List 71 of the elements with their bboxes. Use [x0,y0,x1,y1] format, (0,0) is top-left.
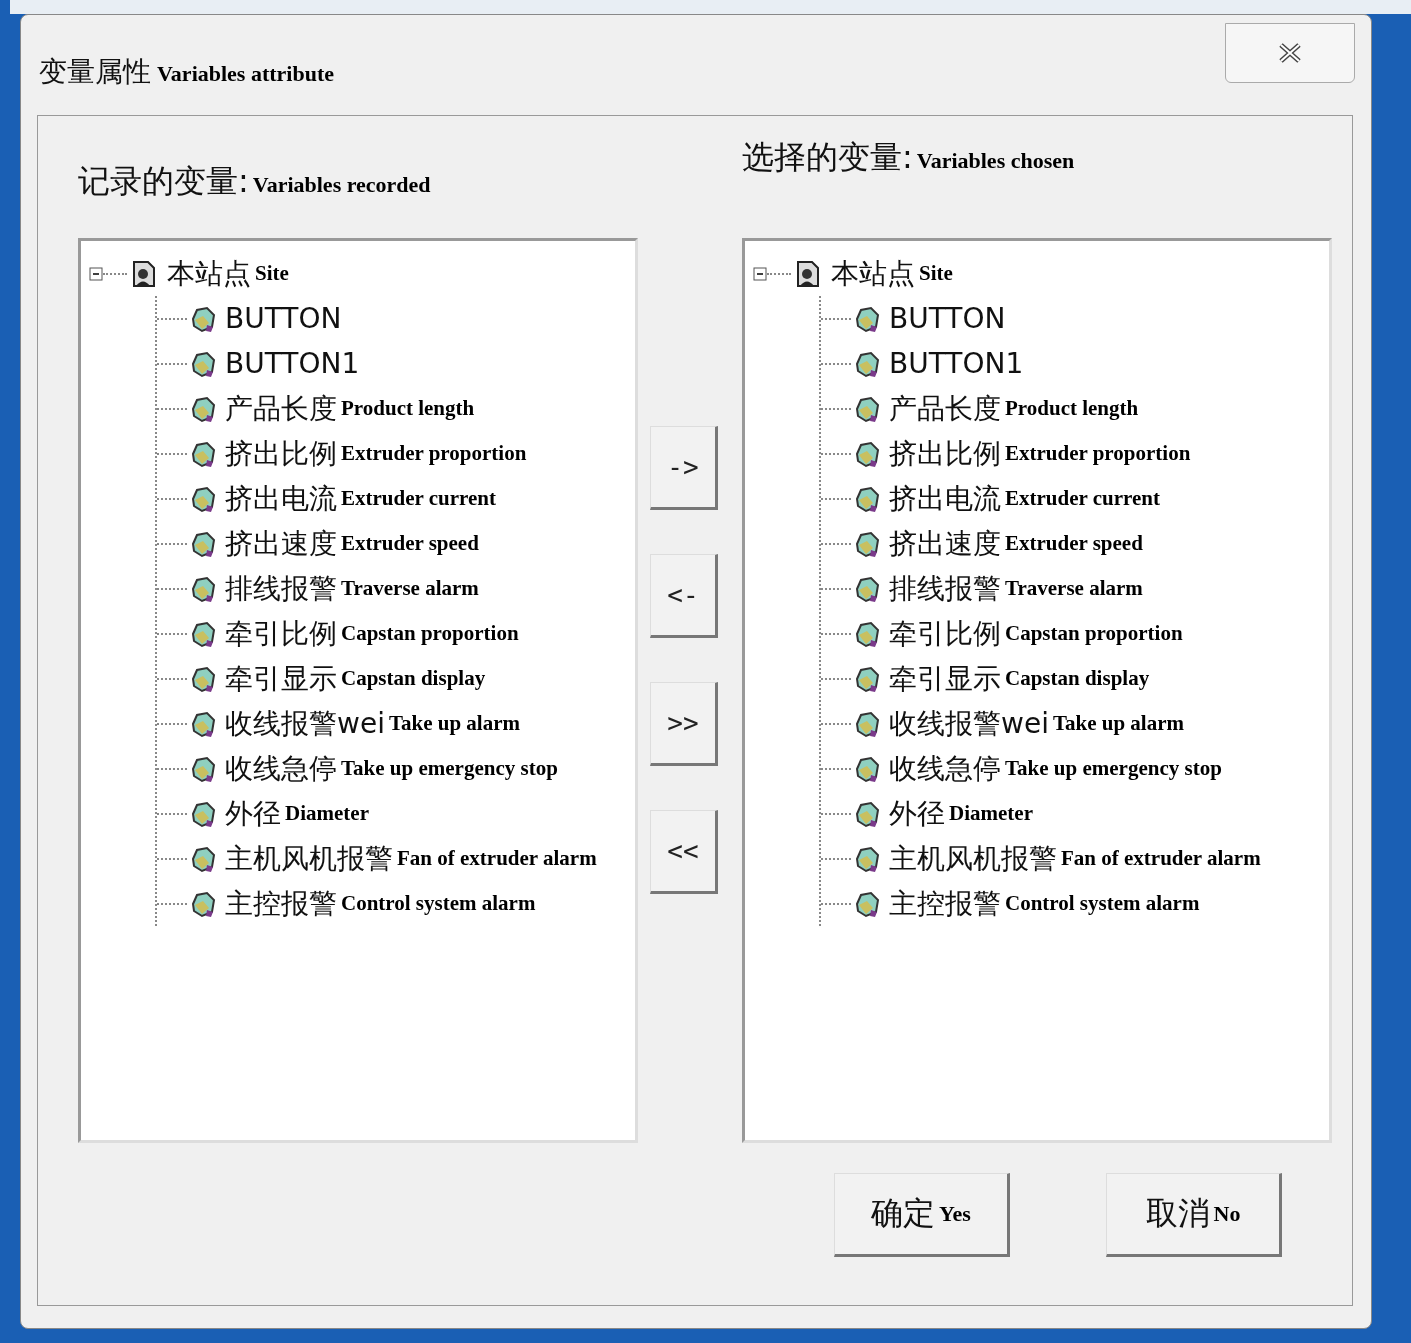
tree-item[interactable]: 产品长度 [225,389,337,428]
tree-item-translation: Extruder proportion [1005,441,1191,466]
tree-item[interactable]: 外径 [889,794,945,833]
window-title-translation: Variables attribute [157,61,334,87]
tree-item[interactable]: 收线报警wei [225,704,385,743]
tree-item-translation: Capstan proportion [341,621,519,646]
tree-item[interactable]: 排线报警 [225,569,337,608]
tree-item-translation: Take up alarm [388,711,520,736]
tree-item[interactable]: 本站点 [167,254,251,293]
collapse-toggle[interactable] [753,266,767,281]
move-button[interactable]: << [650,810,718,894]
tree-item-translation: Capstan proportion [1005,621,1183,646]
tree-item[interactable]: 主机风机报警 [225,839,393,878]
tree-item-translation: Take up emergency stop [341,756,558,781]
tree-item-translation: Site [255,261,289,286]
move-button[interactable]: >> [650,682,718,766]
tree-item-translation: Extruder current [1005,486,1160,511]
panel-heading-translation: Variables chosen [916,148,1075,174]
panel-heading-translation: Variables recorded [252,172,431,198]
tree-item-translation: Capstan display [341,666,486,691]
window-title: 变量属性 [39,54,151,90]
tree-item[interactable]: 牵引显示 [225,659,337,698]
tree-item[interactable]: 收线急停 [889,749,1001,788]
tree-item-translation: Control system alarm [341,891,536,916]
tree-item-translation: Diameter [285,801,369,826]
tree-item-translation: Product length [1005,396,1139,421]
dialog-button[interactable]: 取消 No [1106,1173,1282,1257]
panel-heading: 选择的变量: [742,137,913,178]
tree-item-translation: Fan of extruder alarm [397,846,597,871]
move-button[interactable]: -> [650,426,718,510]
tree-item[interactable]: 排线报警 [889,569,1001,608]
tree-item-translation: Capstan display [1005,666,1150,691]
tree-item[interactable]: 挤出速度 [225,524,337,563]
tree-item-translation: Traverse alarm [1005,576,1143,601]
tree-item[interactable]: BUTTON1 [889,347,1024,380]
tree-item[interactable]: 牵引比例 [889,614,1001,653]
tree-item-translation: Site [919,261,953,286]
tree-item-translation: Extruder speed [1005,531,1143,556]
tree-item[interactable]: BUTTON [225,302,342,335]
tree-item-translation: Fan of extruder alarm [1061,846,1261,871]
tree-item[interactable]: 收线急停 [225,749,337,788]
tree-item[interactable]: 主控报警 [889,884,1001,923]
tree-item[interactable]: 牵引显示 [889,659,1001,698]
panel-heading: 记录的变量: [78,161,249,202]
tree-item[interactable]: 挤出电流 [889,479,1001,518]
collapse-toggle[interactable] [89,266,103,281]
tree-item-translation: Extruder proportion [341,441,527,466]
tree-item[interactable]: 产品长度 [889,389,1001,428]
tree-item-translation: Traverse alarm [341,576,479,601]
tree-item[interactable]: 收线报警wei [889,704,1049,743]
tree-item[interactable]: BUTTON [889,302,1006,335]
tree-item-translation: Diameter [949,801,1033,826]
tree-item[interactable]: 挤出比例 [889,434,1001,473]
tree-item[interactable]: 挤出速度 [889,524,1001,563]
tree-item[interactable]: 牵引比例 [225,614,337,653]
dialog-button[interactable]: 确定 Yes [834,1173,1010,1257]
tree-item[interactable]: 挤出比例 [225,434,337,473]
tree-item-translation: Take up emergency stop [1005,756,1222,781]
tree-item[interactable]: 主控报警 [225,884,337,923]
tree-item-translation: Extruder current [341,486,496,511]
tree-item-translation: Control system alarm [1005,891,1200,916]
tree-item-translation: Take up alarm [1052,711,1184,736]
tree-item[interactable]: 本站点 [831,254,915,293]
close-icon [1277,42,1303,64]
tree-item-translation: Extruder speed [341,531,479,556]
tree-item[interactable]: 主机风机报警 [889,839,1057,878]
move-button[interactable]: <- [650,554,718,638]
tree-item[interactable]: 外径 [225,794,281,833]
tree-item-translation: Product length [341,396,475,421]
tree-item[interactable]: 挤出电流 [225,479,337,518]
tree-item[interactable]: BUTTON1 [225,347,360,380]
